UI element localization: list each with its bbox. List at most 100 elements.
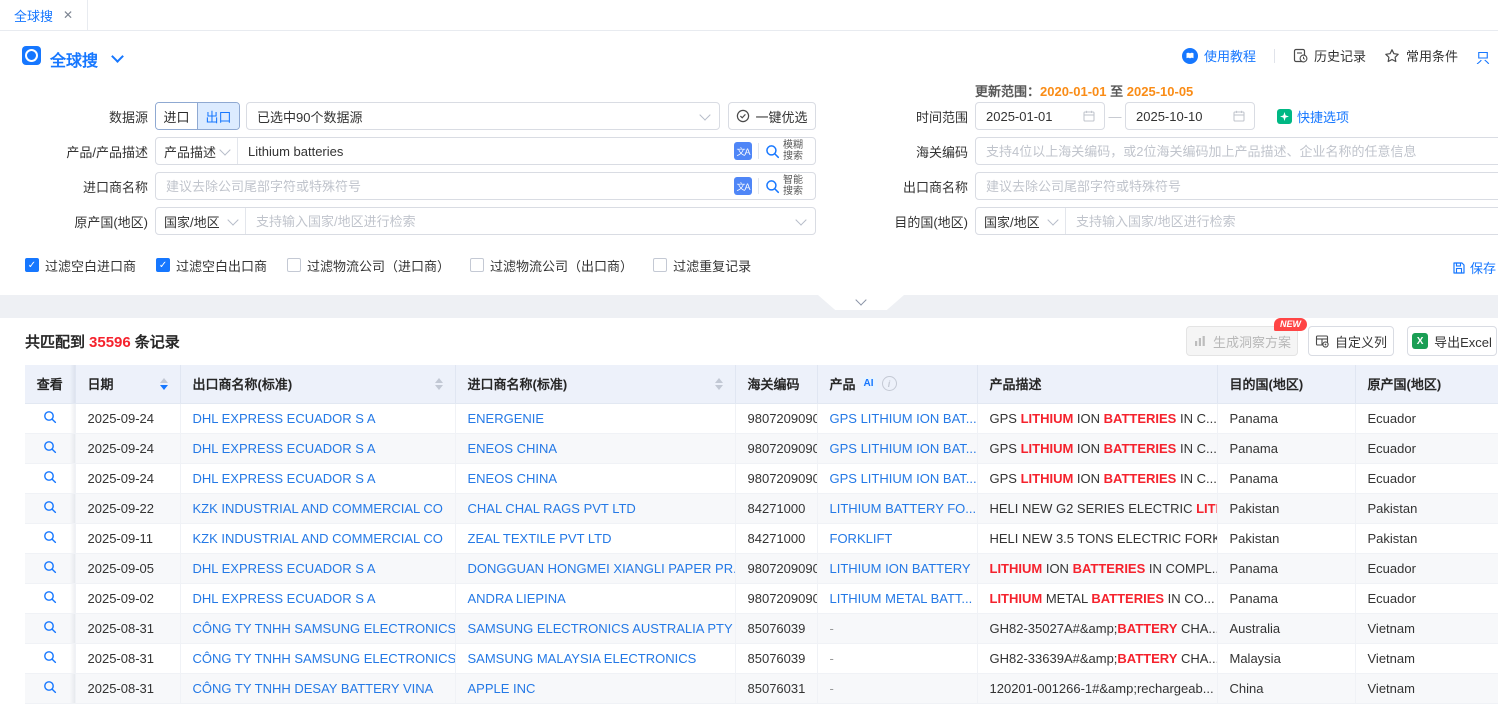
product-search-input[interactable]	[238, 144, 734, 159]
exporter-link[interactable]: DHL EXPRESS ECUADOR S A	[193, 591, 376, 606]
generate-insight-button[interactable]: 生成洞察方案 NEW	[1186, 326, 1298, 356]
favorites-link[interactable]: 常用条件	[1384, 46, 1458, 65]
close-icon[interactable]: ✕	[63, 8, 73, 22]
history-link[interactable]: 历史记录	[1293, 46, 1366, 65]
fuzzy-search-button[interactable]: 模糊搜索	[765, 140, 815, 162]
exporter-link[interactable]: DHL EXPRESS ECUADOR S A	[193, 471, 376, 486]
product-link[interactable]: LITHIUM METAL BATT...	[830, 591, 973, 606]
destination-country-input[interactable]	[1066, 214, 1498, 229]
checkbox-label: 过滤重复记录	[673, 256, 751, 275]
exporter-link[interactable]: DHL EXPRESS ECUADOR S A	[193, 441, 376, 456]
destination-country-select[interactable]: 国家/地区	[976, 208, 1066, 234]
exporter-link[interactable]: CÔNG TY TNHH SAMSUNG ELECTRONICS ...	[193, 651, 456, 666]
date-from-input[interactable]	[975, 102, 1105, 130]
exporter-name-input[interactable]	[976, 179, 1498, 194]
divider	[758, 143, 759, 159]
view-record-icon[interactable]	[43, 530, 57, 544]
importer-link[interactable]: ENERGENIE	[468, 411, 545, 426]
hs-code-input[interactable]	[976, 144, 1498, 159]
importer-link[interactable]: APPLE INC	[468, 681, 536, 696]
view-record-icon[interactable]	[43, 650, 57, 664]
excel-icon: X	[1412, 333, 1428, 349]
importer-name-input[interactable]	[156, 179, 734, 194]
data-source-select[interactable]: 已选中90个数据源	[246, 102, 720, 130]
importer-link[interactable]: CHAL CHAL RAGS PVT LTD	[468, 501, 636, 516]
importer-link[interactable]: ENEOS CHINA	[468, 441, 558, 456]
filter-checkbox[interactable]: 过滤重复记录	[653, 256, 751, 275]
collapse-form-handle[interactable]	[818, 295, 904, 310]
view-record-icon[interactable]	[43, 500, 57, 514]
product-field-select[interactable]: 产品描述	[156, 138, 238, 164]
view-record-icon[interactable]	[43, 560, 57, 574]
date-to-input[interactable]	[1125, 102, 1255, 130]
view-record-icon[interactable]	[43, 620, 57, 634]
importer-link[interactable]: ANDRA LIEPINA	[468, 591, 566, 606]
filter-checkbox[interactable]: 过滤物流公司（出口商）	[470, 256, 633, 275]
sort-exporter[interactable]	[427, 378, 443, 390]
view-record-icon[interactable]	[43, 440, 57, 454]
divider	[1274, 49, 1275, 63]
view-record-icon[interactable]	[43, 470, 57, 484]
customize-columns-button[interactable]: 自定义列	[1308, 326, 1394, 356]
exporter-link[interactable]: DHL EXPRESS ECUADOR S A	[193, 411, 376, 426]
view-record-icon[interactable]	[43, 590, 57, 604]
filter-checkbox[interactable]: 过滤物流公司（进口商）	[287, 256, 450, 275]
exporter-link[interactable]: CÔNG TY TNHH DESAY BATTERY VINA	[193, 681, 434, 696]
hs-code-cell: 85076039	[735, 643, 817, 673]
more-icon[interactable]: 只	[1476, 48, 1498, 64]
one-click-optimize-button[interactable]: 一键优选	[728, 102, 816, 130]
exporter-link[interactable]: CÔNG TY TNHH SAMSUNG ELECTRONICS ...	[193, 621, 456, 636]
origin-country-select[interactable]: 国家/地区	[156, 208, 246, 234]
calendar-icon	[1082, 109, 1096, 123]
quick-options-link[interactable]: 快捷选项	[1277, 107, 1349, 126]
importer-link[interactable]: SAMSUNG ELECTRONICS AUSTRALIA PTY	[468, 621, 733, 636]
info-icon[interactable]: i	[882, 376, 897, 391]
checkbox-unchecked-icon[interactable]	[653, 258, 667, 272]
chevron-down-icon[interactable]	[111, 50, 124, 63]
export-toggle[interactable]: 出口	[197, 103, 239, 129]
tab-global-search[interactable]: 全球搜 ✕	[0, 0, 88, 30]
col-description: 产品描述	[977, 365, 1217, 403]
checkbox-checked-icon[interactable]: ✓	[156, 258, 170, 272]
save-button[interactable]: 保存	[1452, 258, 1496, 277]
checkbox-unchecked-icon[interactable]	[287, 258, 301, 272]
importer-link[interactable]: ZEAL TEXTILE PVT LTD	[468, 531, 612, 546]
tutorial-link[interactable]: 使用教程	[1182, 46, 1256, 65]
product-link[interactable]: LITHIUM BATTERY FO...	[830, 501, 977, 516]
page-header: 全球搜 使用教程 历史记录 常用条件 只	[0, 31, 1498, 81]
product-link[interactable]: GPS LITHIUM ION BAT...	[830, 441, 977, 456]
importer-link[interactable]: ENEOS CHINA	[468, 471, 558, 486]
filter-checkbox[interactable]: ✓过滤空白进口商	[25, 256, 136, 275]
sort-date[interactable]	[152, 378, 168, 390]
importer-link[interactable]: SAMSUNG MALAYSIA ELECTRONICS	[468, 651, 697, 666]
smart-search-button[interactable]: 智能搜索	[765, 175, 815, 197]
chevron-down-icon	[855, 294, 866, 305]
origin-cell: Vietnam	[1355, 673, 1498, 703]
hs-code-cell: 9807209090	[735, 403, 817, 433]
import-toggle[interactable]: 进口	[156, 103, 197, 129]
description-cell: 120201-001266-1#&amp;rechargeab...	[977, 673, 1217, 703]
checkbox-unchecked-icon[interactable]	[470, 258, 484, 272]
product-link[interactable]: GPS LITHIUM ION BAT...	[830, 471, 977, 486]
date-from-field[interactable]	[984, 108, 1068, 125]
origin-cell: Ecuador	[1355, 403, 1498, 433]
checkbox-checked-icon[interactable]: ✓	[25, 258, 39, 272]
product-link[interactable]: GPS LITHIUM ION BAT...	[830, 411, 977, 426]
date-cell: 2025-09-24	[75, 403, 180, 433]
destination-cell: Panama	[1217, 463, 1355, 493]
exporter-link[interactable]: KZK INDUSTRIAL AND COMMERCIAL CO	[193, 531, 443, 546]
translate-icon[interactable]: 文A	[734, 142, 752, 160]
product-link[interactable]: FORKLIFT	[830, 531, 893, 546]
filter-checkbox[interactable]: ✓过滤空白出口商	[156, 256, 267, 275]
origin-country-input[interactable]	[246, 214, 797, 229]
exporter-link[interactable]: DHL EXPRESS ECUADOR S A	[193, 561, 376, 576]
view-record-icon[interactable]	[43, 410, 57, 424]
product-link[interactable]: LITHIUM ION BATTERY	[830, 561, 971, 576]
importer-link[interactable]: DONGGUAN HONGMEI XIANGLI PAPER PR...	[468, 561, 736, 576]
export-excel-button[interactable]: X 导出Excel	[1407, 326, 1497, 356]
view-record-icon[interactable]	[43, 680, 57, 694]
translate-icon[interactable]: 文A	[734, 177, 752, 195]
date-to-field[interactable]	[1134, 108, 1218, 125]
exporter-link[interactable]: KZK INDUSTRIAL AND COMMERCIAL CO	[193, 501, 443, 516]
sort-importer[interactable]	[707, 378, 723, 390]
